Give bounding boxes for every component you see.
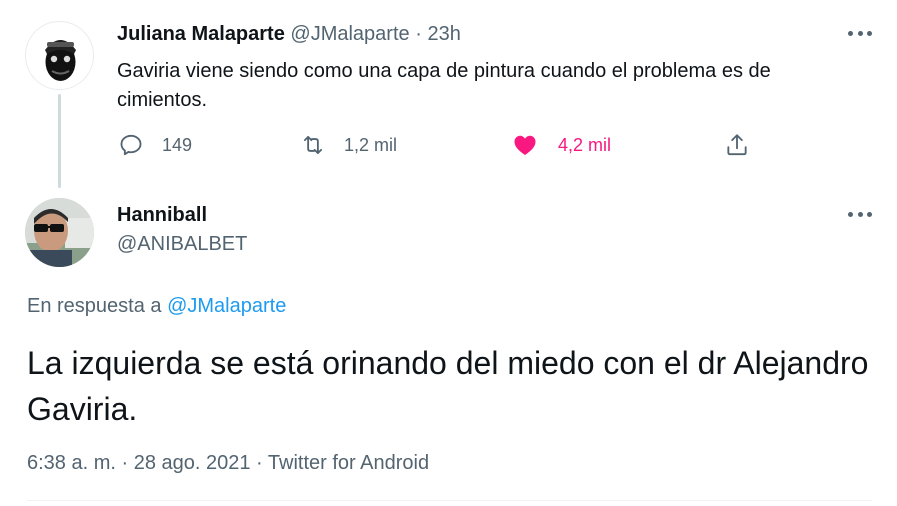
tweet-thread: Juliana Malaparte @JMalaparte · 23h Gavi…	[0, 0, 897, 506]
header-separator: ·	[415, 23, 422, 45]
author-handle[interactable]: @ANIBALBET	[117, 232, 247, 256]
share-icon	[727, 134, 747, 156]
tweet-meta[interactable]: 6:38 a. m. · 28 ago. 2021 · Twitter for …	[27, 451, 429, 475]
reply-to-prefix: En respuesta a	[27, 295, 162, 317]
reply-button[interactable]: 149	[118, 128, 192, 162]
tweet-header: Juliana Malaparte @JMalaparte · 23h	[117, 22, 461, 46]
avatar-image	[25, 198, 94, 267]
avatar-image	[45, 40, 76, 81]
divider	[27, 500, 872, 501]
retweet-button[interactable]: 1,2 mil	[300, 128, 397, 162]
share-button[interactable]	[724, 128, 750, 162]
tweet-text: La izquierda se está orinando del miedo …	[27, 345, 869, 427]
more-icon[interactable]	[848, 28, 872, 38]
author-name[interactable]: Juliana Malaparte	[117, 23, 285, 45]
reply-context: En respuesta a @JMalaparte	[27, 294, 286, 318]
thread-line	[58, 94, 61, 188]
reply-icon	[120, 134, 142, 156]
author-name[interactable]: Hanniball	[117, 203, 207, 227]
avatar[interactable]	[25, 21, 94, 90]
heart-icon	[514, 135, 536, 155]
avatar[interactable]	[25, 198, 94, 267]
tweet-time[interactable]: 23h	[427, 23, 460, 45]
more-icon[interactable]	[848, 209, 872, 219]
like-count: 4,2 mil	[558, 134, 612, 155]
like-button[interactable]: 4,2 mil	[512, 128, 611, 162]
reply-count: 149	[162, 134, 193, 155]
retweet-icon	[303, 135, 323, 155]
retweet-count: 1,2 mil	[344, 134, 398, 155]
author-handle[interactable]: @JMalaparte	[290, 23, 409, 45]
tweet-text: Gaviria viene siendo como una capa de pi…	[117, 60, 771, 111]
reply-to-mention-link[interactable]: @JMalaparte	[167, 295, 286, 317]
